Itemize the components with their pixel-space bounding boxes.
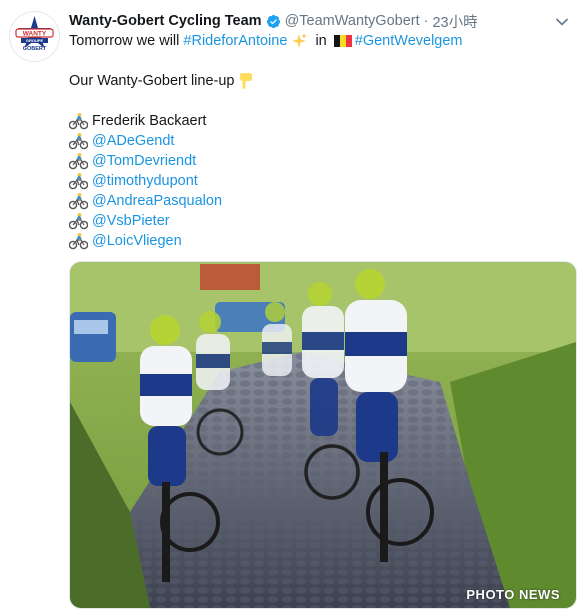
- lineup-heading: Our Wanty-Gobert line-up: [69, 73, 235, 89]
- chevron-down-icon[interactable]: [555, 14, 569, 26]
- mention-link[interactable]: @ADeGendt: [92, 131, 174, 151]
- mention-link[interactable]: @LoicVliegen: [92, 231, 182, 251]
- tweet-line-1: Tomorrow we will #RideforAntoine in #Gen…: [69, 31, 569, 51]
- cyclist-emoji-icon: [69, 192, 88, 210]
- lineup-item: @timothydupont: [69, 171, 569, 191]
- cyclist-emoji-icon: [69, 132, 88, 150]
- hashtag-gentwevelgem[interactable]: #GentWevelgem: [355, 31, 463, 51]
- svg-text:WANTY: WANTY: [23, 30, 47, 37]
- svg-text:GOBERT: GOBERT: [23, 46, 47, 52]
- cyclist-emoji-icon: [69, 152, 88, 170]
- sparkles-emoji-icon: [290, 32, 308, 50]
- mention-link[interactable]: @AndreaPasqualon: [92, 191, 222, 211]
- timestamp[interactable]: 23小時: [432, 11, 477, 32]
- mention-link[interactable]: @TomDevriendt: [92, 151, 196, 171]
- lineup-item: Frederik Backaert: [69, 111, 569, 131]
- display-name[interactable]: Wanty-Gobert Cycling Team: [69, 13, 262, 29]
- tweet-text: Tomorrow we will #RideforAntoine in #Gen…: [69, 31, 569, 251]
- mention-link[interactable]: @timothydupont: [92, 171, 198, 191]
- photo-watermark: PHOTO NEWS: [466, 587, 560, 602]
- cyclist-emoji-icon: [69, 172, 88, 190]
- separator-dot: ·: [423, 13, 429, 29]
- pointing-down-emoji-icon: [237, 72, 255, 90]
- handle[interactable]: @TeamWantyGobert: [285, 13, 420, 29]
- verified-badge-icon: [266, 14, 281, 29]
- tweet-photo[interactable]: PHOTO NEWS: [69, 261, 577, 609]
- lineup-item: @VsbPieter: [69, 211, 569, 231]
- hashtag-rideforantoine[interactable]: #RideforAntoine: [183, 31, 287, 51]
- cyclist-emoji-icon: [69, 232, 88, 250]
- cyclist-emoji-icon: [69, 212, 88, 230]
- lineup-item: @ADeGendt: [69, 131, 569, 151]
- tweet-line-2: Our Wanty-Gobert line-up: [69, 71, 569, 91]
- team-logo-icon: WANTY GROUPE GOBERT: [10, 12, 59, 61]
- text-segment: Tomorrow we will: [69, 33, 184, 49]
- lineup-item: @TomDevriendt: [69, 151, 569, 171]
- rider-name: Frederik Backaert: [92, 113, 207, 129]
- lineup-item: @AndreaPasqualon: [69, 191, 569, 211]
- tweet-header: Wanty-Gobert Cycling Team @TeamWantyGobe…: [69, 10, 543, 32]
- mention-link[interactable]: @VsbPieter: [92, 211, 170, 231]
- svg-text:GROUPE: GROUPE: [26, 38, 44, 43]
- avatar[interactable]: WANTY GROUPE GOBERT: [9, 11, 60, 62]
- belgium-flag-emoji-icon: [333, 32, 352, 50]
- cyclists-photo: [70, 262, 576, 608]
- lineup-item: @LoicVliegen: [69, 231, 569, 251]
- cyclist-emoji-icon: [69, 112, 88, 130]
- lineup-list: Frederik Backaert @ADeGendt @TomDevriendt @…: [69, 111, 569, 251]
- text-segment: in: [311, 33, 331, 49]
